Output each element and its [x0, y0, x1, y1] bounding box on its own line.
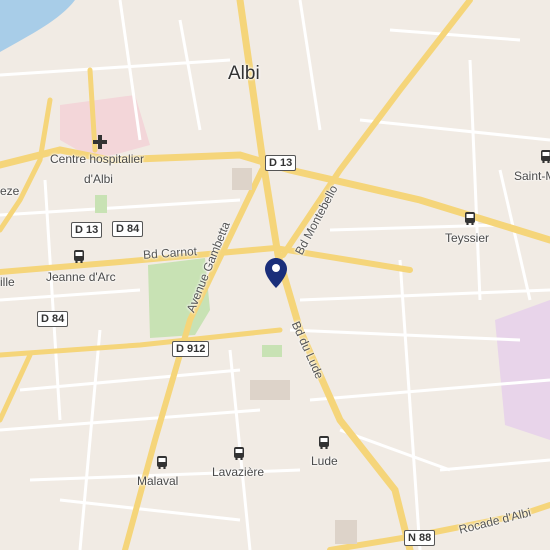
- bus-stop-label-lavaziere: Lavazière: [212, 465, 265, 479]
- hospital-label-line2: d'Albi: [84, 172, 113, 186]
- place-label-ille: ille: [0, 275, 15, 289]
- bus-stop-label-saint-m: Saint-M: [514, 169, 550, 183]
- bus-stop-label-malaval: Malaval: [137, 474, 179, 488]
- route-shield-d84-left: D 84: [37, 311, 69, 327]
- buildings: [232, 168, 357, 544]
- hospital-cross-icon: [93, 135, 107, 149]
- route-shield-n88: N 88: [404, 530, 436, 546]
- bus-stop-icon[interactable]: [156, 456, 168, 469]
- bus-stop-label-lude: Lude: [311, 454, 338, 468]
- bus-stop-label-teyssier: Teyssier: [445, 231, 490, 245]
- route-shield-d84: D 84: [112, 221, 144, 237]
- industrial-area: [495, 300, 550, 440]
- river-tarn: [0, 0, 75, 52]
- route-shield-d13: D 13: [265, 155, 297, 171]
- bus-stop-icon[interactable]: [233, 447, 245, 460]
- city-label: Albi: [228, 63, 260, 84]
- location-pin-icon[interactable]: [265, 258, 287, 288]
- hospital-label-line1: Centre hospitalier: [50, 152, 145, 166]
- route-shield-d912: D 912: [172, 341, 210, 357]
- place-label-eze: eze: [0, 184, 20, 198]
- route-shield-d13-left: D 13: [71, 222, 103, 238]
- bus-stop-icon[interactable]: [318, 436, 330, 449]
- bus-stop-icon[interactable]: [464, 212, 476, 225]
- bus-stop-icon[interactable]: [73, 250, 85, 263]
- bus-stop-label-jeanne-darc: Jeanne d'Arc: [46, 270, 116, 284]
- bus-stop-icon[interactable]: [540, 150, 550, 163]
- map-view[interactable]: Albi Centre hospitalier d'Albi Bd Carnot…: [0, 0, 550, 550]
